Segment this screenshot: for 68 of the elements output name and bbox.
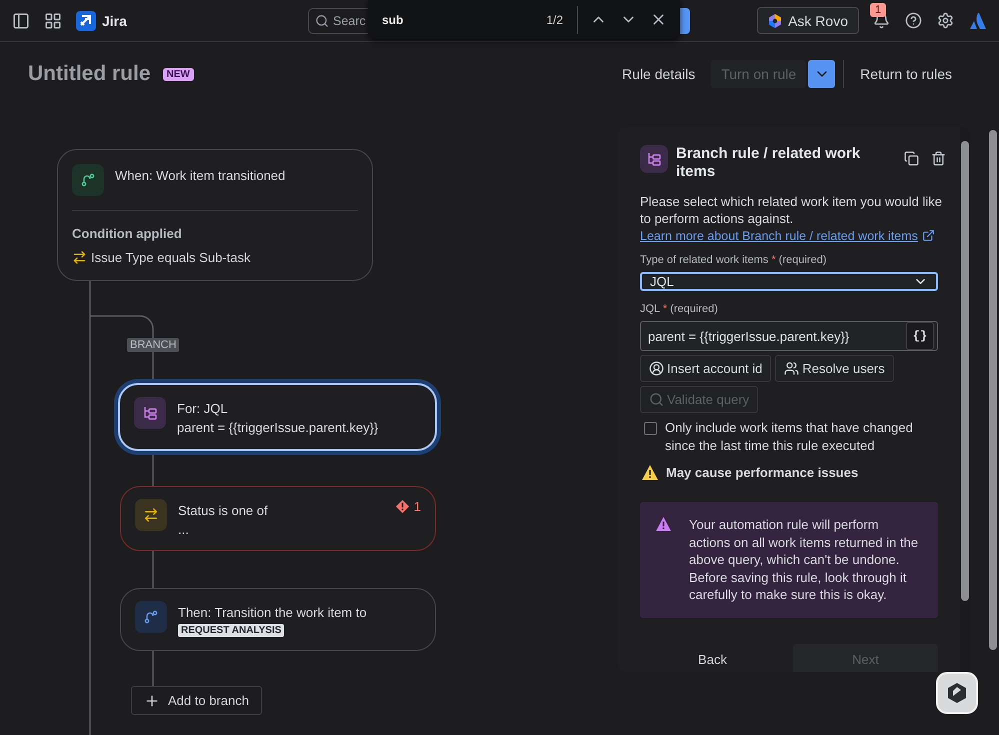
step-title: For: JQL <box>177 401 229 416</box>
external-link-icon <box>922 229 935 242</box>
branch-label: BRANCH <box>127 338 180 352</box>
app-grid-icon[interactable] <box>44 12 62 30</box>
tool-button[interactable]: Insert account id <box>640 355 772 382</box>
header-button[interactable]: Return to rules <box>852 60 960 88</box>
step-title: Then: Transition the work item to <box>178 605 368 620</box>
search-button[interactable] <box>680 8 690 34</box>
help-icon[interactable] <box>905 12 923 30</box>
step-detail: ... <box>178 522 190 537</box>
flow-icon <box>135 601 167 633</box>
add-to-branch-button[interactable]: Add to branch <box>131 686 262 715</box>
flow-icon <box>72 164 104 196</box>
step-detail: parent = {{triggerIssue.parent.key}} <box>177 420 380 435</box>
checkbox[interactable] <box>644 422 657 435</box>
header-button[interactable]: Rule details <box>614 60 704 88</box>
connector-line <box>152 651 154 686</box>
learn-more-link[interactable]: Learn more about Branch rule / related work items <box>640 229 935 243</box>
connector-line <box>152 551 154 588</box>
find-query: sub <box>382 12 404 26</box>
atlassian-logo[interactable] <box>969 12 987 30</box>
rule-title: Untitled rule <box>28 62 151 86</box>
delete-icon[interactable] <box>931 151 946 166</box>
warning-icon <box>656 517 671 531</box>
step-card[interactable]: Status is one of ... 1 <box>120 486 436 551</box>
smart-values-button[interactable]: {} <box>906 322 934 350</box>
user-circle-icon <box>649 361 664 376</box>
warning-icon <box>642 465 658 480</box>
trigger-title: When: Work item transitioned <box>115 168 286 183</box>
field-label: JQL * (required) <box>640 303 719 315</box>
panel-description: Please select which related work item you would like to perform actions against. <box>640 193 944 227</box>
trigger-card[interactable]: When: Work item transitioned Condition applied Issue Type equals Sub-task <box>57 149 373 281</box>
error-count: 1 <box>394 499 421 514</box>
notice-text: Your automation rule will perform actions on all work items returned in the above query, which can't be undone. Before saving this rule, look through it carefully to make sure this is okay. <box>689 516 920 604</box>
field-label: Type of related work items * (required) <box>640 254 828 266</box>
footer-button[interactable]: Back <box>640 644 785 672</box>
rovo-logo <box>768 14 782 28</box>
help-fab-button[interactable] <box>936 672 978 714</box>
product-name: Jira <box>102 12 127 28</box>
match-count: 1/2 <box>546 6 578 34</box>
users-icon <box>784 361 800 376</box>
checkbox-label: Only include work items that have changed since the last time this rule executed <box>665 419 914 455</box>
copy-icon[interactable] <box>904 151 919 166</box>
settings-icon[interactable] <box>937 12 955 30</box>
sidebar-toggle-icon[interactable] <box>12 12 30 30</box>
step-card[interactable]: Then: Transition the work item to REQUEST ANALYSIS <box>120 588 436 651</box>
swap-arrows-icon <box>135 499 167 531</box>
plus-icon <box>144 692 160 708</box>
search-icon <box>649 392 664 407</box>
notification-count: 1 <box>870 2 886 16</box>
branch-icon <box>134 397 166 429</box>
jira-logo <box>76 10 96 30</box>
search-icon <box>315 14 329 28</box>
type-select[interactable]: JQL <box>640 272 938 291</box>
swap-arrows-icon <box>72 250 87 265</box>
branch-icon <box>640 145 668 173</box>
hexagon-logo <box>948 683 966 703</box>
step-title: Status is one of <box>178 503 269 518</box>
status-lozenge: REQUEST ANALYSIS <box>178 624 284 637</box>
ask-rovo-button[interactable]: Ask Rovo <box>757 7 859 34</box>
jql-input[interactable]: parent = {{triggerIssue.parent.key}} {} <box>640 321 938 351</box>
condition-heading: Condition applied <box>72 226 183 241</box>
panel-title: Branch rule / related work items <box>676 145 862 181</box>
warning-text: May cause performance issues <box>666 465 858 480</box>
dropdown-button[interactable] <box>808 60 836 88</box>
tool-button[interactable]: Resolve users <box>775 355 894 382</box>
condition-text: Issue Type equals Sub-task <box>91 250 250 265</box>
new-lozenge: NEW <box>162 68 194 80</box>
